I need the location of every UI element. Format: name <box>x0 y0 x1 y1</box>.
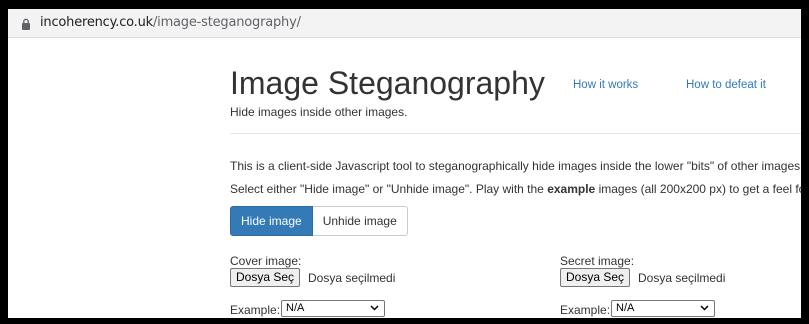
address-bar[interactable]: incoherency.co.uk/image-steganography/ <box>8 9 801 38</box>
page-subtitle: Hide images inside other images. <box>230 105 408 119</box>
mode-button-group: Hide image Unhide image <box>230 206 408 236</box>
cover-example-value: N/A <box>286 302 305 314</box>
cover-file-button[interactable]: Dosya Seç <box>230 268 301 287</box>
page-content: Image Steganography How it works How to … <box>220 38 801 318</box>
nav-link-how-to-defeat-it[interactable]: How to defeat it <box>686 79 766 91</box>
instructions-text: Select either "Hide image" or "Unhide im… <box>230 182 801 196</box>
instructions-bold: example <box>547 182 596 196</box>
divider <box>230 133 801 134</box>
secret-file-button[interactable]: Dosya Seç <box>560 268 631 287</box>
cover-file-status: Dosya seçilmedi <box>308 271 396 285</box>
instructions-part-2: images (all 200x200 px) to get a feel fo… <box>595 182 801 196</box>
url-text[interactable]: incoherency.co.uk/image-steganography/ <box>40 15 301 30</box>
secret-file-status: Dosya seçilmedi <box>638 271 726 285</box>
secret-example-label: Example: <box>560 303 611 317</box>
unhide-image-button[interactable]: Unhide image <box>312 206 408 236</box>
instructions-part-1: Select either "Hide image" or "Unhide im… <box>230 182 548 196</box>
secret-example-value: N/A <box>616 302 635 314</box>
lock-icon <box>22 18 30 30</box>
chevron-down-icon <box>700 305 709 311</box>
chevron-down-icon <box>370 305 379 311</box>
intro-text: This is a client-side Javascript tool to… <box>230 159 801 173</box>
cover-image-label: Cover image: <box>230 254 302 268</box>
url-path: /image-steganography/ <box>152 15 301 30</box>
url-host: incoherency.co.uk <box>40 15 153 30</box>
secret-example-select[interactable]: N/A <box>611 300 715 317</box>
page-title: Image Steganography <box>230 65 545 101</box>
browser-window: incoherency.co.uk/image-steganography/ I… <box>8 9 801 318</box>
hide-image-button[interactable]: Hide image <box>230 206 313 236</box>
nav-link-how-it-works[interactable]: How it works <box>573 79 638 91</box>
cover-example-select[interactable]: N/A <box>281 300 385 317</box>
cover-example-label: Example: <box>230 303 281 317</box>
secret-image-label: Secret image: <box>560 254 635 268</box>
